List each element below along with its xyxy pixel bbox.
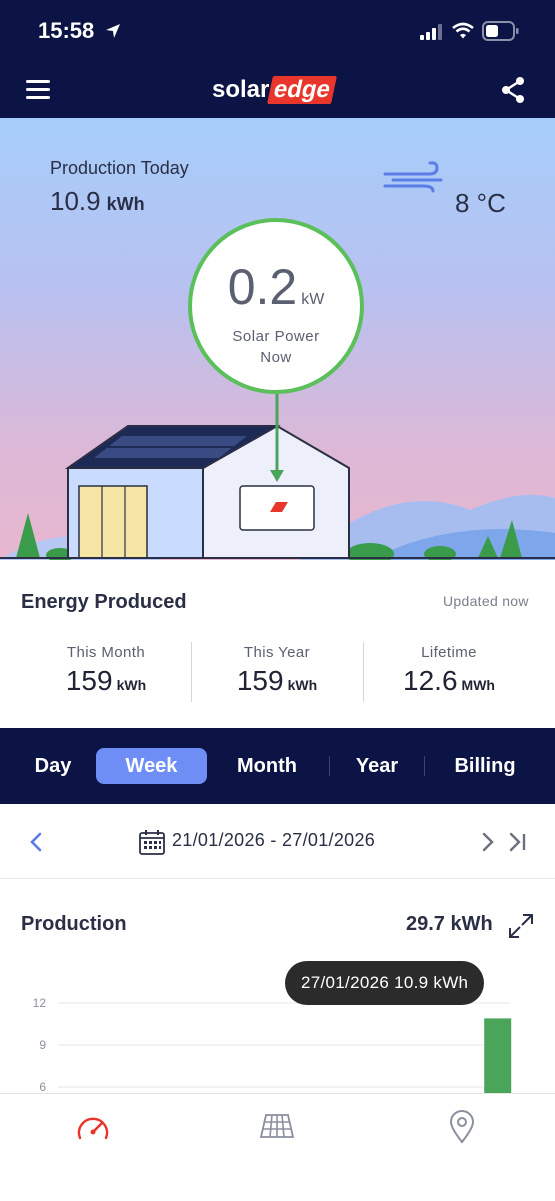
y-tick-label: 12: [33, 996, 47, 1010]
calendar-icon[interactable]: [138, 828, 166, 856]
production-today-value: 10.9 kWh: [50, 186, 145, 216]
stat-this-year: This Year 159 kWh: [236, 644, 318, 696]
hamburger-menu-icon[interactable]: [26, 80, 50, 104]
tab-day[interactable]: Day: [20, 748, 86, 784]
chart-tooltip: 27/01/2026 10.9 kWh: [285, 961, 485, 1005]
production-today-label: Production Today: [50, 158, 189, 178]
solaredge-logo: solar edge: [212, 76, 338, 104]
solar-panel-layout-icon[interactable]: [259, 1112, 295, 1140]
wind-weather-icon: [383, 161, 443, 193]
dashboard-gauge-icon[interactable]: [76, 1112, 110, 1142]
cellular-signal-icon: [420, 24, 442, 40]
jump-to-latest-icon[interactable]: [508, 832, 528, 852]
tab-billing[interactable]: Billing: [440, 748, 530, 784]
production-title: Production: [21, 913, 127, 935]
status-time: 15:58: [38, 18, 95, 43]
y-tick-label: 6: [39, 1080, 46, 1093]
tab-year[interactable]: Year: [340, 748, 414, 784]
stat-this-month: This Month 159 kWh: [65, 644, 147, 696]
date-range-text[interactable]: 21/01/2026 - 27/01/2026: [172, 830, 375, 851]
updated-status: Updated now: [443, 593, 529, 609]
date-range-selector: 21/01/2026 - 27/01/2026: [0, 804, 555, 879]
energy-produced-title: Energy Produced: [21, 591, 187, 613]
expand-chart-icon[interactable]: [507, 912, 535, 940]
location-arrow-icon: [106, 24, 120, 38]
energy-produced-section: Energy Produced Updated now This Month 1…: [0, 560, 555, 728]
chart-bar[interactable]: [484, 1018, 512, 1093]
app-header: 15:58 solar edge: [0, 0, 555, 118]
divider: [424, 756, 425, 776]
site-overview-hero: Production Today 10.9 kWh 8 °C 0.2 kW Sola…: [0, 118, 555, 560]
solar-power-value: 0.2 kW: [227, 259, 325, 315]
stat-lifetime: Lifetime 12.6 MWh: [403, 644, 495, 696]
battery-icon: [482, 21, 519, 41]
temperature-value: 8 °C: [455, 188, 506, 218]
y-tick-label: 9: [39, 1038, 46, 1052]
next-period-chevron-icon[interactable]: [480, 832, 496, 852]
solar-power-now-circle[interactable]: 0.2 kW Solar Power Now: [188, 218, 364, 394]
divider: [329, 756, 330, 776]
wifi-icon: [452, 22, 474, 39]
solar-power-label: Solar Power Now: [232, 328, 320, 366]
period-tabs: Day Week Month Year Billing: [0, 728, 555, 804]
location-pin-icon[interactable]: [449, 1110, 475, 1144]
bottom-navigation: [0, 1093, 555, 1201]
production-total: 29.7 kWh: [406, 913, 493, 935]
share-icon[interactable]: [500, 76, 526, 104]
tab-week[interactable]: Week: [96, 748, 207, 784]
tab-month[interactable]: Month: [224, 748, 310, 784]
previous-period-chevron-icon[interactable]: [28, 832, 44, 852]
